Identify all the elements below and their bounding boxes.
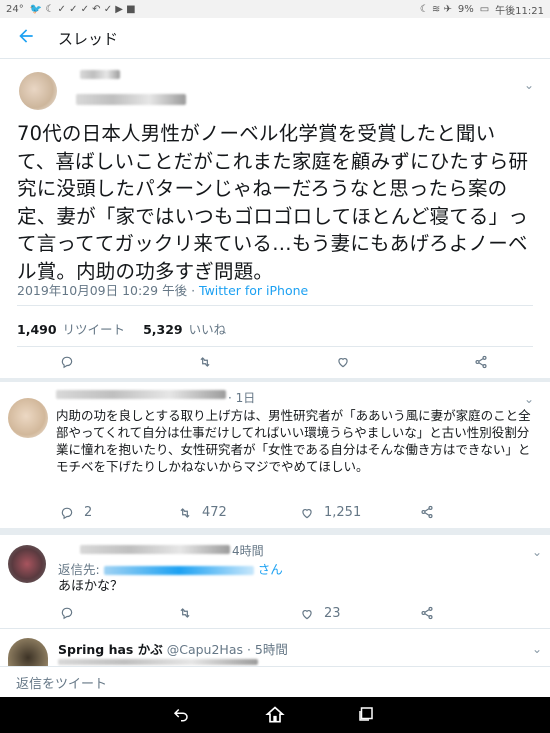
share-icon (421, 505, 433, 519)
nav-recents-icon[interactable] (357, 705, 375, 727)
share-icon (421, 606, 433, 620)
like-button[interactable] (336, 355, 350, 369)
system-nav-bar (0, 697, 550, 733)
reply-count: 2 (84, 505, 93, 520)
reply-to-partial-blurred (58, 659, 258, 665)
like-count: 5,329 (143, 322, 183, 337)
author-name-blurred[interactable] (80, 70, 120, 79)
chevron-down-icon[interactable]: ⌄ (524, 392, 534, 406)
chevron-down-icon[interactable]: ⌄ (532, 642, 542, 656)
reply-button[interactable]: 2 (60, 505, 92, 520)
author-handle-blurred[interactable] (76, 94, 186, 105)
avatar[interactable] (19, 72, 57, 110)
tweet-stats: 1,490 リツイート 5,329 いいね (17, 319, 226, 338)
retweet-icon (200, 357, 210, 367)
reply-author-handle: @Capu2Has (166, 642, 243, 657)
avatar[interactable] (8, 545, 46, 583)
notification-icons: 🐦 ☾ ✓ ✓ ✓ ↶ ✓ ▶ ■ (29, 3, 136, 15)
reply-body: 内助の功を良しとする取り上げ方は、男性研究者が「ああいう風に妻が家庭のこと全部や… (56, 408, 531, 474)
chevron-down-icon[interactable]: ⌄ (524, 78, 534, 92)
retweet-count: 1,490 (17, 322, 57, 337)
like-button[interactable]: 1,251 (300, 505, 361, 520)
battery-icon: ▭ (479, 3, 490, 15)
avatar[interactable] (8, 398, 48, 438)
reply-composer-placeholder: 返信をツイート (16, 677, 108, 692)
reply-button[interactable] (60, 355, 74, 369)
like-icon (302, 508, 312, 518)
app-header: スレッド (0, 18, 550, 59)
retweet-button[interactable] (178, 606, 192, 620)
tweet-body: 70代の日本人男性がノーベル化学賞を受賞したと聞いて、喜ばしいことだがこれまた家… (17, 122, 529, 283)
status-bar: 24° 🐦 ☾ ✓ ✓ ✓ ↶ ✓ ▶ ■ ☾ ≋ ✈ 9% ▭ 午後11:21 (0, 0, 550, 18)
reply-time: 4時間 (232, 544, 264, 558)
reply-author-blurred[interactable] (56, 390, 226, 399)
tweet-meta: 2019年10月09日 10:29 午後 · Twitter for iPhon… (17, 280, 308, 299)
reply-icon (61, 507, 73, 519)
status-left-text: 24° (6, 3, 24, 15)
reply-actions: 2 472 1,251 (0, 505, 550, 525)
reply-to-handle-blurred[interactable] (103, 566, 254, 575)
share-button[interactable] (474, 355, 488, 369)
like-label: いいね (188, 322, 227, 337)
page-title: スレッド (58, 30, 119, 48)
like-stat[interactable]: 5,329 いいね (143, 319, 226, 338)
main-tweet-actions (0, 355, 550, 375)
back-arrow-icon[interactable] (14, 26, 38, 50)
reply-author-blurred[interactable] (80, 545, 230, 554)
retweet-icon (180, 608, 190, 618)
divider (17, 305, 533, 306)
section-separator (0, 378, 550, 382)
reply-author-name: Spring has かぶ (58, 642, 163, 657)
clock: 午後11:21 (495, 5, 544, 17)
divider (17, 346, 533, 347)
retweet-stat[interactable]: 1,490 リツイート (17, 319, 125, 338)
retweet-icon (180, 507, 190, 518)
reply-to-label: 返信先: (58, 562, 100, 577)
retweet-button[interactable] (198, 355, 212, 369)
like-icon (302, 609, 312, 619)
like-count: 23 (324, 606, 341, 621)
retweet-label: リツイート (62, 322, 126, 337)
reply-composer[interactable]: 返信をツイート (0, 666, 550, 697)
share-icon (475, 355, 487, 369)
avatar[interactable] (8, 638, 48, 666)
section-separator (0, 528, 550, 535)
retweet-count: 472 (202, 505, 227, 520)
battery-level: 9% (457, 3, 474, 15)
reply-to-suffix: さん (257, 562, 283, 577)
like-button[interactable]: 23 (300, 606, 341, 621)
reply-body: あほかな？ (58, 579, 124, 594)
share-button[interactable] (420, 505, 434, 519)
meta-separator: · (187, 283, 200, 298)
reply-icon (61, 356, 73, 369)
reply-icon (61, 607, 73, 620)
reply-author-line[interactable]: Spring has かぶ @Capu2Has · 5時間 (58, 639, 288, 658)
reply-to-line: 返信先: さん (58, 559, 283, 578)
reply-button[interactable] (60, 606, 74, 620)
reply-time: · 5時間 (246, 642, 288, 657)
reply-actions: 23 (0, 606, 550, 626)
share-button[interactable] (420, 606, 434, 620)
nav-home-icon[interactable] (265, 705, 285, 729)
system-icons: ☾ ≋ ✈ (419, 3, 452, 15)
like-count: 1,251 (324, 505, 362, 520)
tweet-timestamp: 2019年10月09日 10:29 午後 (17, 283, 188, 298)
nav-back-icon[interactable] (172, 705, 190, 727)
divider (0, 628, 550, 629)
like-icon (338, 358, 348, 368)
retweet-button[interactable]: 472 (178, 505, 227, 520)
chevron-down-icon[interactable]: ⌄ (532, 545, 542, 559)
reply-time: · 1日 (228, 391, 256, 405)
tweet-client-link[interactable]: Twitter for iPhone (199, 283, 308, 298)
